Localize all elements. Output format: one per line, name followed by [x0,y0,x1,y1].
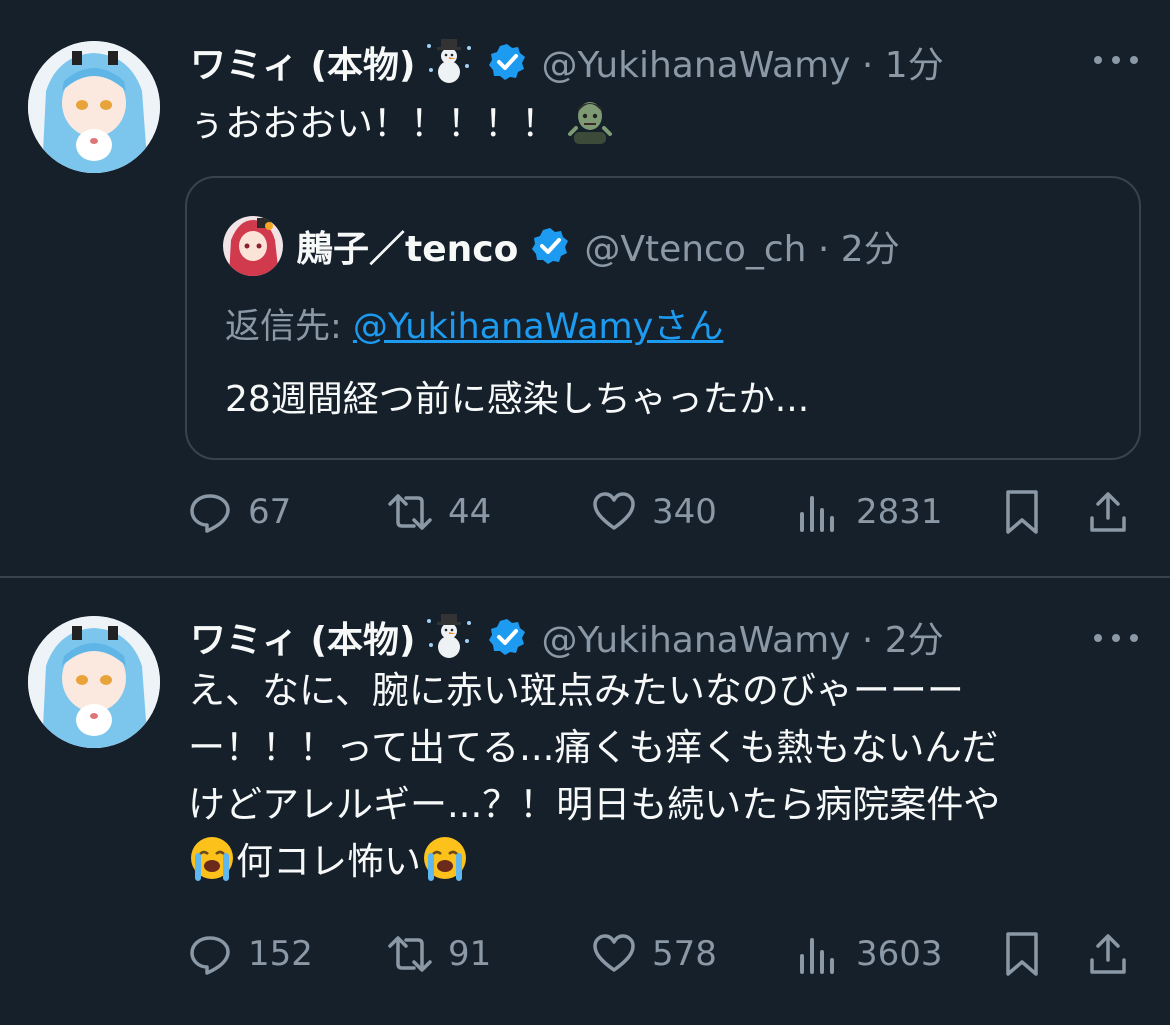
retweet-icon [388,936,432,972]
verified-badge-icon [532,228,569,264]
reply-to-prefix: 返信先: [225,307,353,347]
tweet-text-line: え、なに、腕に赤い斑点みたいなのびゃーーー [188,669,964,712]
share-button[interactable] [1084,926,1132,982]
share-button[interactable] [1084,484,1132,540]
tweet-text: ぅおおおい！！！！！ [188,95,614,152]
quoted-tweet-header: 鶊子／tenco @Vtenco_ch · 2分 [223,214,900,278]
like-count: 578 [652,934,717,974]
bookmark-button[interactable] [998,926,1046,982]
verified-badge-icon [489,44,526,80]
analytics-icon [800,496,834,532]
tweet-text: え、なに、腕に赤い斑点みたいなのびゃーーー ー！！！って出てる...痛くも痒くも… [188,662,1128,890]
reply-button[interactable]: 67 [186,484,291,540]
retweet-button[interactable]: 44 [386,484,491,540]
author-name[interactable]: ワミィ (本物) [190,611,415,663]
tweet-header: ワミィ (本物) @YukihanaWamy · 1分 [190,37,944,87]
retweet-count: 44 [448,492,492,532]
dot-icon [1112,634,1120,642]
handle-and-time[interactable]: @YukihanaWamy · 1分 [541,36,943,88]
more-options-button[interactable] [1094,618,1138,658]
loudly-crying-face-emoji-icon [424,837,466,881]
retweet-icon [388,494,432,530]
tweet-header: ワミィ (本物) @YukihanaWamy · 2分 [190,612,944,662]
view-count: 3603 [856,934,943,974]
heart-icon [593,934,635,972]
tweet-text-line-last: 何コレ怖い [188,833,1128,890]
more-options-button[interactable] [1094,40,1138,80]
author-name[interactable]: ワミィ (本物) [190,36,415,88]
views-button[interactable]: 2831 [794,484,943,540]
tweet-text-tail: 何コレ怖い [236,840,421,883]
reply-icon [190,494,230,533]
bookmark-button[interactable] [998,484,1046,540]
views-button[interactable]: 3603 [794,926,943,982]
avatar[interactable] [28,616,160,748]
handle-and-time[interactable]: @YukihanaWamy · 2分 [541,611,943,663]
quoted-tweet-text: 28週間経つ前に感染しちゃったか... [225,379,810,420]
retweet-count: 91 [448,934,492,974]
bookmark-icon [1006,932,1038,976]
reply-count: 67 [248,492,292,532]
like-count: 340 [652,492,717,532]
tweet-text-line: ー！！！って出てる...痛くも痒くも熱もないんだ [188,726,999,769]
dot-icon [1094,56,1102,64]
snowman-emoji-icon [427,39,472,83]
quoted-handle-and-time[interactable]: @Vtenco_ch · 2分 [584,220,899,272]
dot-icon [1094,634,1102,642]
dot-icon [1130,56,1138,64]
like-button[interactable]: 578 [590,926,717,982]
verified-badge-icon [489,619,526,655]
reply-icon [190,936,230,975]
reply-to-link[interactable]: @YukihanaWamyさん [353,307,723,347]
quoted-tweet[interactable]: 鶊子／tenco @Vtenco_ch · 2分 返信先: @YukihanaW… [185,176,1141,460]
loudly-crying-face-emoji-icon [191,837,233,881]
tweet[interactable]: ワミィ (本物) @YukihanaWamy · 2分 え、なに、腕に赤い斑点み… [0,578,1170,1025]
dot-icon [1112,56,1120,64]
quoted-author-name[interactable]: 鶊子／tenco [297,220,518,272]
snowman-emoji-icon [427,614,472,658]
tweet-text-line: けどアレルギー...？！明日も続いたら病院案件や [188,783,1001,826]
tweet-actions: 152 91 578 3603 [186,926,1138,982]
like-button[interactable]: 340 [590,484,717,540]
tweet[interactable]: ワミィ (本物) @YukihanaWamy · 1分 ぅおおおい！！！！！ 鶊… [0,0,1170,578]
retweet-button[interactable]: 91 [386,926,491,982]
tweet-text-line: ぅおおおい！！！！！ [188,102,558,145]
quoted-avatar [223,216,283,276]
zombie-emoji-icon [568,102,612,144]
analytics-icon [800,938,834,974]
share-icon [1090,934,1126,974]
reply-button[interactable]: 152 [186,926,313,982]
share-icon [1090,492,1126,532]
view-count: 2831 [856,492,943,532]
heart-icon [593,492,635,530]
reply-to-line: 返信先: @YukihanaWamyさん [225,298,723,349]
avatar[interactable] [28,41,160,173]
reply-count: 152 [248,934,313,974]
bookmark-icon [1006,490,1038,534]
dot-icon [1130,634,1138,642]
tweet-actions: 67 44 340 2831 [186,484,1138,540]
